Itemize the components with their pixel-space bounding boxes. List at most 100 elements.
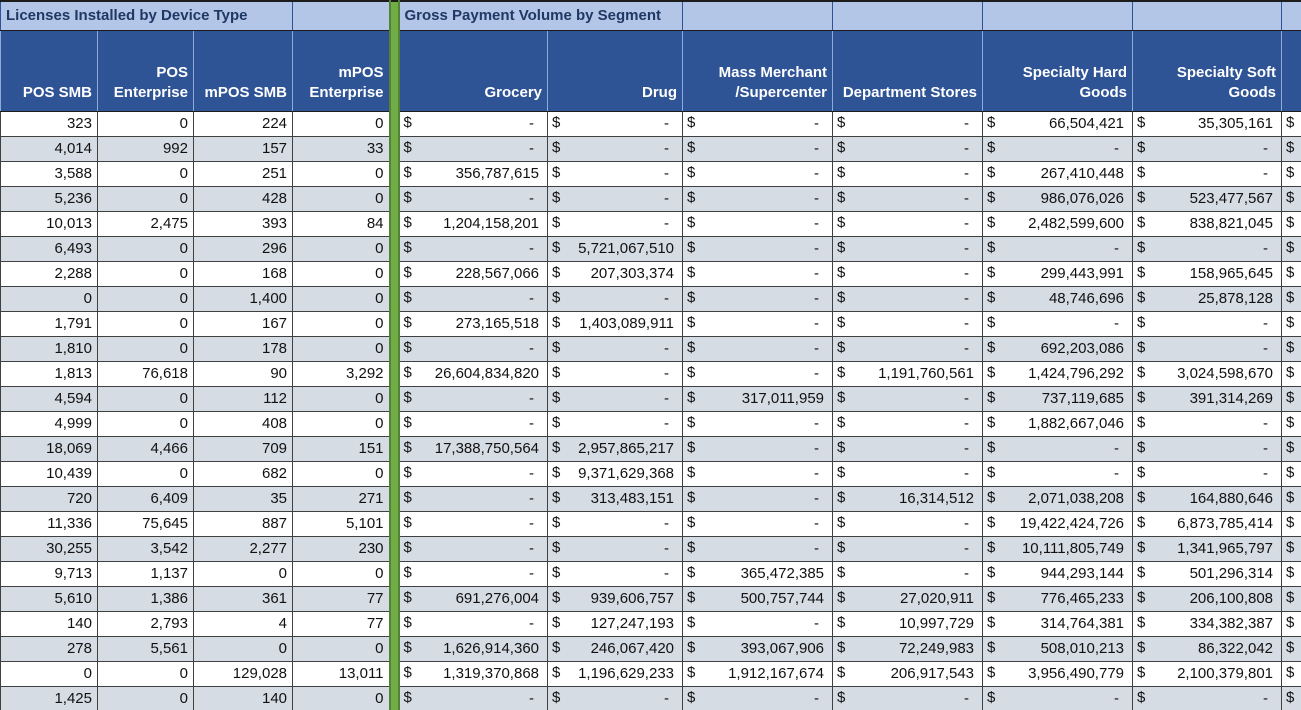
- license-count-cell[interactable]: 4,466: [98, 436, 194, 461]
- gpv-amount-cell[interactable]: $1,912,167,674: [683, 661, 833, 686]
- gpv-amount-cell[interactable]: $317,011,959: [683, 386, 833, 411]
- gpv-amount-cell[interactable]: $-: [683, 311, 833, 336]
- gpv-amount-cell[interactable]: $164,880,646: [1133, 486, 1282, 511]
- gpv-amount-cell[interactable]: $-: [548, 286, 683, 311]
- gpv-amount-cell[interactable]: $-: [833, 336, 983, 361]
- gpv-amount-cell[interactable]: $365,472,385: [683, 561, 833, 586]
- column-header-pos-smb[interactable]: POS SMB: [1, 30, 98, 111]
- license-count-cell[interactable]: 4: [194, 611, 293, 636]
- gpv-amount-cell[interactable]: $939,606,757: [548, 586, 683, 611]
- license-count-cell[interactable]: 0: [293, 636, 390, 661]
- license-count-cell[interactable]: 168: [194, 261, 293, 286]
- gpv-amount-cell[interactable]: $26,604,834,820: [399, 361, 548, 386]
- gpv-amount-cell[interactable]: $35,305,161: [1133, 111, 1282, 136]
- gpv-amount-cell-clipped[interactable]: $: [1282, 361, 1301, 386]
- gpv-amount-cell[interactable]: $-: [833, 261, 983, 286]
- gpv-amount-cell[interactable]: $1,626,914,360: [399, 636, 548, 661]
- empty-title-cell-clipped[interactable]: [1282, 1, 1301, 30]
- gpv-amount-cell[interactable]: $16,314,512: [833, 486, 983, 511]
- gpv-amount-cell[interactable]: $-: [833, 536, 983, 561]
- gpv-amount-cell[interactable]: $-: [683, 111, 833, 136]
- gpv-amount-cell-clipped[interactable]: $: [1282, 261, 1301, 286]
- gpv-amount-cell[interactable]: $501,296,314: [1133, 561, 1282, 586]
- license-count-cell[interactable]: 0: [98, 111, 194, 136]
- license-count-cell[interactable]: 428: [194, 186, 293, 211]
- gpv-amount-cell-clipped[interactable]: $: [1282, 111, 1301, 136]
- license-count-cell[interactable]: 5,101: [293, 511, 390, 536]
- gpv-amount-cell[interactable]: $17,388,750,564: [399, 436, 548, 461]
- license-count-cell[interactable]: 393: [194, 211, 293, 236]
- gpv-amount-cell[interactable]: $-: [683, 511, 833, 536]
- license-count-cell[interactable]: 75,645: [98, 511, 194, 536]
- gpv-amount-cell[interactable]: $-: [683, 286, 833, 311]
- column-header-specialty-hard-goods[interactable]: Specialty Hard Goods: [983, 30, 1133, 111]
- gpv-amount-cell[interactable]: $9,371,629,368: [548, 461, 683, 486]
- gpv-amount-cell[interactable]: $944,293,144: [983, 561, 1133, 586]
- gpv-amount-cell[interactable]: $-: [548, 361, 683, 386]
- license-count-cell[interactable]: 157: [194, 136, 293, 161]
- license-count-cell[interactable]: 0: [194, 636, 293, 661]
- license-count-cell[interactable]: 0: [293, 561, 390, 586]
- gpv-amount-cell[interactable]: $-: [833, 461, 983, 486]
- gpv-amount-cell[interactable]: $-: [1133, 411, 1282, 436]
- gpv-amount-cell[interactable]: $-: [1133, 336, 1282, 361]
- gpv-amount-cell[interactable]: $691,276,004: [399, 586, 548, 611]
- gpv-amount-cell[interactable]: $5,721,067,510: [548, 236, 683, 261]
- license-count-cell[interactable]: 0: [293, 336, 390, 361]
- license-count-cell[interactable]: 0: [98, 311, 194, 336]
- gpv-amount-cell[interactable]: $-: [683, 361, 833, 386]
- gpv-amount-cell-clipped[interactable]: $: [1282, 186, 1301, 211]
- gpv-amount-cell[interactable]: $-: [833, 286, 983, 311]
- gpv-amount-cell[interactable]: $-: [548, 136, 683, 161]
- gpv-amount-cell[interactable]: $48,746,696: [983, 286, 1133, 311]
- gpv-amount-cell[interactable]: $2,957,865,217: [548, 436, 683, 461]
- license-count-cell[interactable]: 4,594: [1, 386, 98, 411]
- gpv-amount-cell[interactable]: $838,821,045: [1133, 211, 1282, 236]
- license-count-cell[interactable]: 84: [293, 211, 390, 236]
- license-count-cell[interactable]: 0: [98, 686, 194, 710]
- gpv-amount-cell[interactable]: $-: [548, 686, 683, 710]
- gpv-amount-cell[interactable]: $-: [683, 211, 833, 236]
- license-count-cell[interactable]: 0: [293, 686, 390, 710]
- gpv-amount-cell[interactable]: $-: [833, 111, 983, 136]
- gpv-amount-cell-clipped[interactable]: $: [1282, 136, 1301, 161]
- license-count-cell[interactable]: 0: [98, 236, 194, 261]
- gpv-amount-cell[interactable]: $-: [683, 686, 833, 710]
- license-count-cell[interactable]: 278: [1, 636, 98, 661]
- gpv-amount-cell-clipped[interactable]: $: [1282, 511, 1301, 536]
- gpv-amount-cell[interactable]: $1,882,667,046: [983, 411, 1133, 436]
- gpv-amount-cell-clipped[interactable]: $: [1282, 586, 1301, 611]
- gpv-amount-cell-clipped[interactable]: $: [1282, 536, 1301, 561]
- license-count-cell[interactable]: 1,810: [1, 336, 98, 361]
- gpv-amount-cell[interactable]: $-: [548, 211, 683, 236]
- license-count-cell[interactable]: 10,439: [1, 461, 98, 486]
- gpv-amount-cell[interactable]: $206,100,808: [1133, 586, 1282, 611]
- gpv-amount-cell[interactable]: $314,764,381: [983, 611, 1133, 636]
- gpv-amount-cell[interactable]: $313,483,151: [548, 486, 683, 511]
- license-count-cell[interactable]: 0: [293, 286, 390, 311]
- license-count-cell[interactable]: 90: [194, 361, 293, 386]
- gpv-amount-cell[interactable]: $-: [399, 536, 548, 561]
- gpv-amount-cell-clipped[interactable]: $: [1282, 636, 1301, 661]
- gpv-amount-cell[interactable]: $-: [399, 186, 548, 211]
- license-count-cell[interactable]: 151: [293, 436, 390, 461]
- gpv-amount-cell-clipped[interactable]: $: [1282, 561, 1301, 586]
- gpv-amount-cell[interactable]: $1,424,796,292: [983, 361, 1133, 386]
- column-header-mpos-enterprise[interactable]: mPOS Enterprise: [293, 30, 390, 111]
- license-count-cell[interactable]: 2,277: [194, 536, 293, 561]
- gpv-amount-cell[interactable]: $-: [683, 236, 833, 261]
- empty-title-cell[interactable]: [683, 1, 833, 30]
- gpv-amount-cell[interactable]: $-: [833, 386, 983, 411]
- license-count-cell[interactable]: 4,014: [1, 136, 98, 161]
- license-count-cell[interactable]: 2,475: [98, 211, 194, 236]
- gpv-amount-cell[interactable]: $-: [399, 111, 548, 136]
- gpv-amount-cell[interactable]: $-: [548, 411, 683, 436]
- gpv-amount-cell[interactable]: $-: [833, 561, 983, 586]
- gpv-amount-cell-clipped[interactable]: $: [1282, 286, 1301, 311]
- gpv-amount-cell[interactable]: $-: [399, 486, 548, 511]
- column-header-clipped[interactable]: [1282, 30, 1301, 111]
- license-count-cell[interactable]: 5,561: [98, 636, 194, 661]
- license-count-cell[interactable]: 0: [98, 261, 194, 286]
- gpv-amount-cell[interactable]: $-: [683, 261, 833, 286]
- license-count-cell[interactable]: 0: [293, 261, 390, 286]
